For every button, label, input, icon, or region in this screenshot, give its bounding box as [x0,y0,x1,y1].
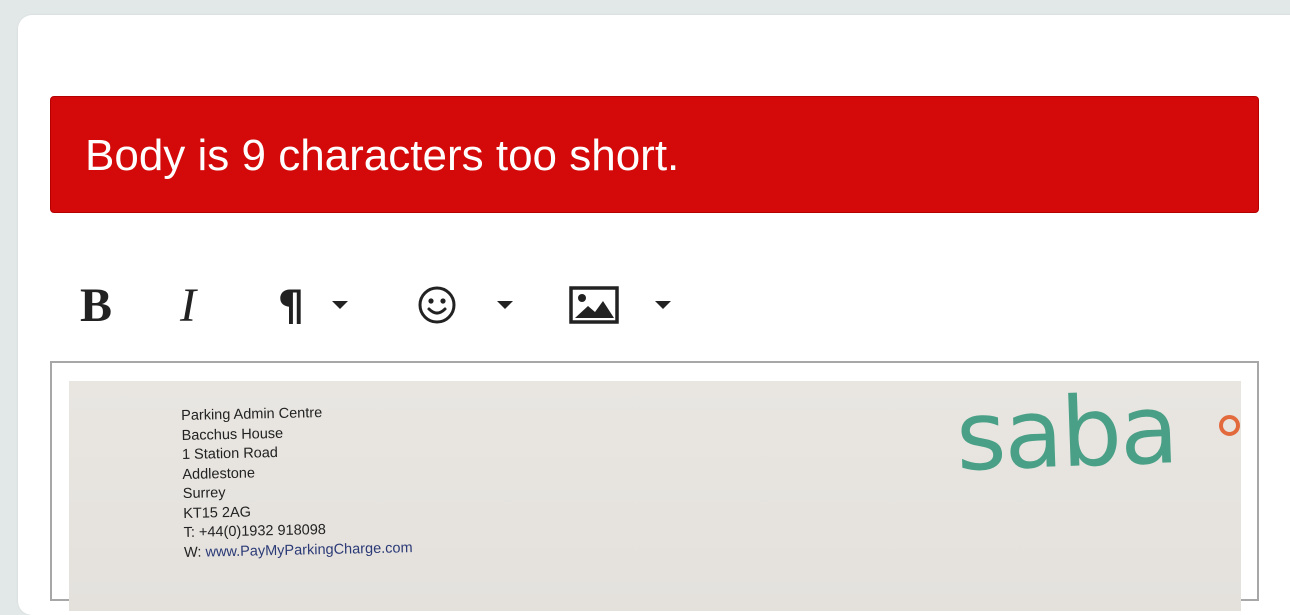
error-banner: Body is 9 characters too short. [50,96,1259,213]
insert-image-dropdown[interactable] [562,276,677,334]
chevron-down-icon [497,301,513,309]
image-icon [568,286,619,324]
post-body-editor[interactable]: Parking Admin Centre Bacchus House 1 Sta… [50,361,1259,611]
website-line: W: www.PayMyParkingCharge.com [184,539,413,563]
website-prefix: W: [183,544,202,561]
embedded-letter-image: Parking Admin Centre Bacchus House 1 Sta… [69,381,1241,611]
website-url: www.PayMyParkingCharge.com [205,539,413,561]
smiley-icon [418,286,456,324]
bold-button[interactable]: B [70,276,122,334]
sender-address: Parking Admin Centre Bacchus House 1 Sta… [181,402,413,563]
paragraph-format-dropdown[interactable]: ¶ [258,276,368,334]
emoji-dropdown[interactable] [410,276,520,334]
saba-logo: saba [954,381,1179,493]
error-message: Body is 9 characters too short. [85,131,680,180]
bold-icon: B [79,278,112,332]
chevron-down-icon [654,301,671,309]
italic-icon: I [180,278,196,332]
italic-button[interactable]: I [162,276,214,334]
pilcrow-icon: ¶ [277,280,305,330]
logo-dot-icon [1219,415,1240,436]
chevron-down-icon [332,301,349,309]
